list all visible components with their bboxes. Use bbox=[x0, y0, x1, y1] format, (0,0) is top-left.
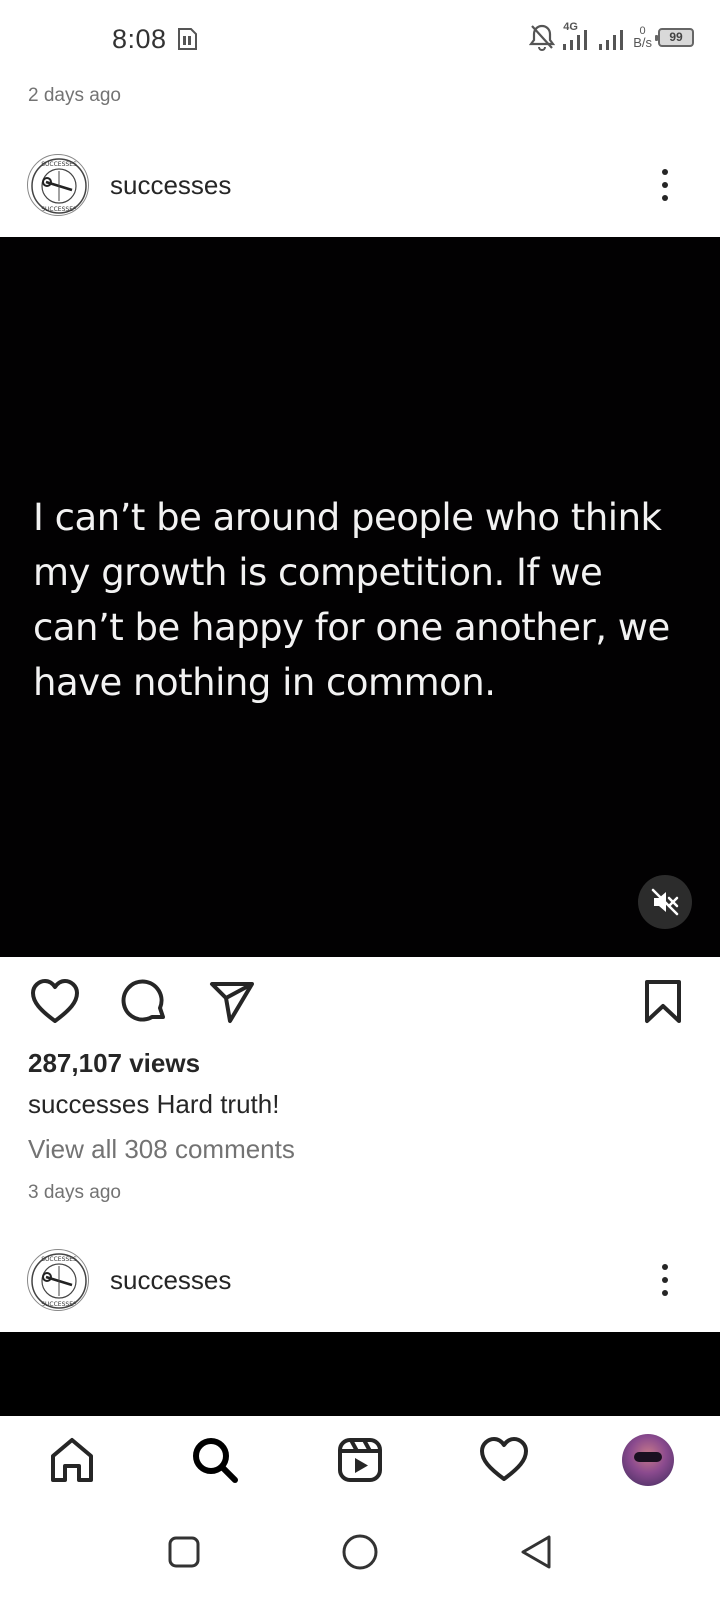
mute-button[interactable] bbox=[638, 875, 692, 929]
system-nav bbox=[0, 1506, 720, 1600]
sim-card-icon bbox=[178, 28, 197, 50]
save-button[interactable] bbox=[636, 975, 690, 1029]
home-icon bbox=[51, 1438, 93, 1482]
data-rate-unit: B/s bbox=[633, 35, 652, 50]
battery-icon: 99 bbox=[655, 27, 694, 47]
dot-icon bbox=[662, 1277, 668, 1283]
dot-icon bbox=[662, 1290, 668, 1296]
nav-search[interactable] bbox=[185, 1430, 245, 1490]
data-rate: 0 B/s bbox=[633, 26, 652, 50]
svg-text:SUCCESSES: SUCCESSES bbox=[41, 1256, 77, 1263]
volume-off-icon bbox=[651, 888, 679, 916]
bottom-nav bbox=[0, 1416, 720, 1506]
svg-text:SUCCESSES: SUCCESSES bbox=[41, 1301, 77, 1308]
post-header: SUCCESSES SUCCESSES successes bbox=[0, 140, 720, 230]
bookmark-icon bbox=[645, 980, 681, 1023]
nav-reels[interactable] bbox=[330, 1430, 390, 1490]
bell-off-icon bbox=[529, 24, 556, 51]
signal-icon bbox=[599, 30, 624, 50]
triangle-back-icon bbox=[521, 1535, 551, 1569]
profile-avatar bbox=[622, 1434, 674, 1486]
caption-username[interactable]: successes bbox=[28, 1089, 149, 1119]
svg-text:SUCCESSES: SUCCESSES bbox=[41, 161, 77, 168]
view-count[interactable]: 287,107 views bbox=[28, 1048, 200, 1079]
svg-text:SUCCESSES: SUCCESSES bbox=[41, 206, 77, 213]
nav-activity[interactable] bbox=[474, 1430, 534, 1490]
battery-level: 99 bbox=[669, 30, 683, 44]
comment-icon bbox=[121, 979, 165, 1022]
dot-icon bbox=[662, 1264, 668, 1270]
post-caption: successes Hard truth! bbox=[28, 1089, 279, 1120]
post-username[interactable]: successes bbox=[110, 1265, 231, 1296]
post-username[interactable]: successes bbox=[110, 170, 231, 201]
view-comments-link[interactable]: View all 308 comments bbox=[28, 1134, 295, 1165]
post-timestamp: 3 days ago bbox=[28, 1182, 121, 1203]
more-options-button[interactable] bbox=[650, 165, 680, 205]
dot-icon bbox=[662, 169, 668, 175]
nav-profile[interactable] bbox=[618, 1430, 678, 1490]
status-time: 8:08 bbox=[112, 24, 167, 54]
square-icon bbox=[168, 1536, 200, 1568]
share-icon bbox=[210, 982, 254, 1023]
dot-icon bbox=[662, 182, 668, 188]
share-button[interactable] bbox=[205, 975, 259, 1029]
nav-home[interactable] bbox=[42, 1430, 102, 1490]
dot-icon bbox=[662, 195, 668, 201]
avatar[interactable]: SUCCESSES SUCCESSES bbox=[27, 1249, 89, 1311]
reels-icon bbox=[338, 1438, 382, 1482]
heart-icon bbox=[31, 979, 79, 1023]
like-button[interactable] bbox=[28, 975, 82, 1029]
post-header: SUCCESSES SUCCESSES successes bbox=[0, 1235, 720, 1325]
search-icon bbox=[193, 1438, 238, 1483]
avatar[interactable]: SUCCESSES SUCCESSES bbox=[27, 154, 89, 216]
status-bar: 8:08 4G 0 B/s 99 bbox=[0, 0, 720, 78]
post-media[interactable] bbox=[0, 1332, 720, 1416]
media-quote-text: I can’t be around people who think my gr… bbox=[33, 496, 670, 704]
back-button[interactable] bbox=[512, 1528, 560, 1576]
heart-icon bbox=[480, 1437, 528, 1481]
signal-icon: 4G bbox=[561, 22, 591, 52]
comment-button[interactable] bbox=[117, 975, 171, 1029]
recents-button[interactable] bbox=[160, 1528, 208, 1576]
circle-icon bbox=[342, 1534, 378, 1570]
status-indicators: 4G 0 B/s 99 bbox=[529, 22, 694, 52]
previous-post-timestamp: 2 days ago bbox=[28, 85, 121, 106]
more-options-button[interactable] bbox=[650, 1260, 680, 1300]
post-actions bbox=[0, 975, 720, 1029]
caption-text: Hard truth! bbox=[156, 1089, 280, 1119]
home-button[interactable] bbox=[336, 1528, 384, 1576]
